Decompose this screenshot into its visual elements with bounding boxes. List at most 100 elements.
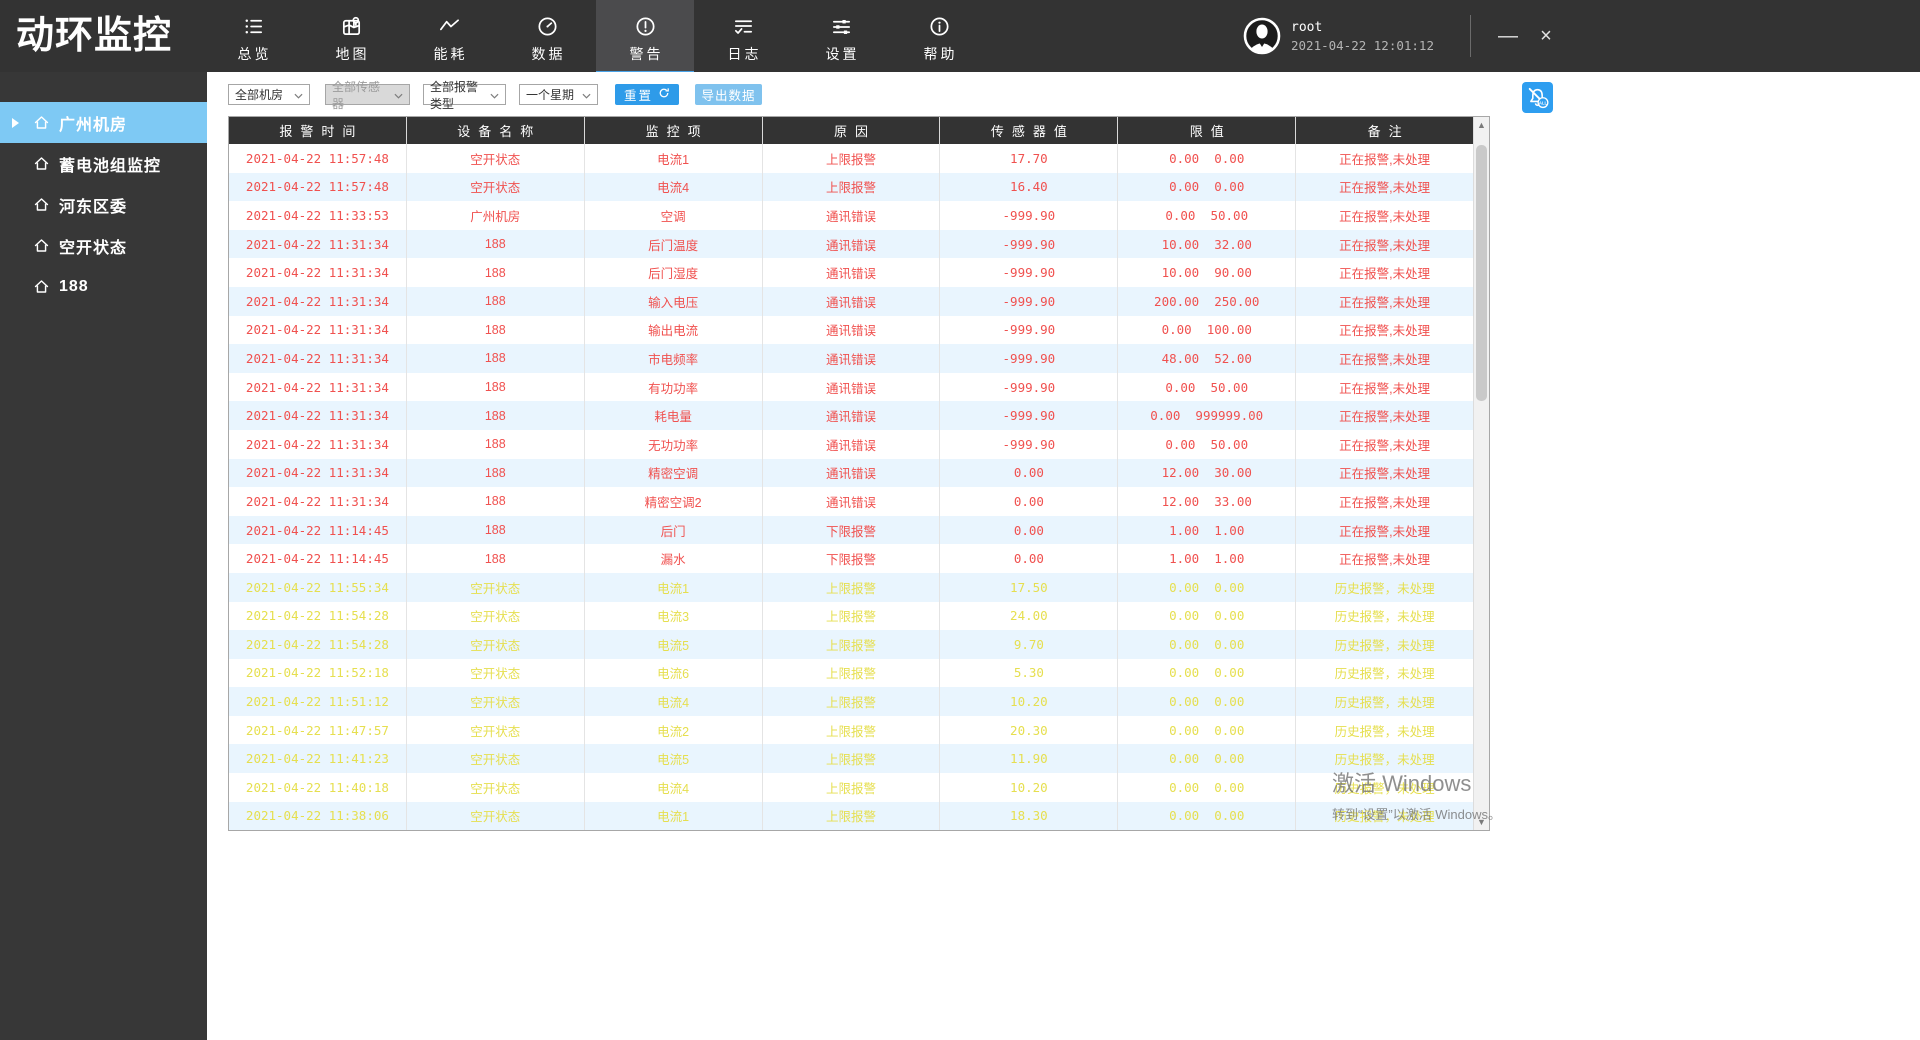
alarm-row[interactable]: 2021-04-22 11:31:34 188 无功功率 通讯错误 -999.90 0.0… bbox=[229, 429, 1473, 459]
cell-time: 2021-04-22 11:38:06 bbox=[245, 808, 389, 824]
cell-item: 电流5 bbox=[583, 630, 762, 659]
cell-time: 2021-04-22 11:41:23 bbox=[245, 751, 389, 767]
table-scrollbar[interactable]: ▲ ▼ bbox=[1473, 117, 1489, 831]
tab-map[interactable]: 地图 bbox=[302, 0, 400, 72]
alarm-row[interactable]: 2021-04-22 11:31:34 188 耗电量 通讯错误 -999.90 0.00… bbox=[229, 401, 1473, 430]
minimize-button[interactable]: — bbox=[1489, 0, 1527, 72]
cell-device: 188 bbox=[405, 286, 584, 316]
filter-select-room[interactable]: 全部机房 bbox=[228, 84, 310, 105]
alarm-row[interactable]: 2021-04-22 11:31:34 188 输入电压 通讯错误 -999.90 200… bbox=[229, 286, 1473, 316]
user-avatar-icon[interactable] bbox=[1243, 17, 1281, 55]
cell-value: 5.30 bbox=[939, 658, 1117, 688]
cell-item: 输入电压 bbox=[583, 286, 762, 316]
cell-time: 2021-04-22 11:31:34 bbox=[245, 293, 389, 309]
cell-reason: 上限报警 bbox=[761, 144, 940, 173]
sidebar-item-hedong[interactable]: 河东区委 bbox=[0, 184, 207, 225]
tab-label: 地图 bbox=[335, 46, 370, 62]
cell-value: 0.00 bbox=[939, 487, 1117, 516]
cell-reason: 上限报警 bbox=[761, 715, 940, 745]
scroll-down-arrow-icon[interactable]: ▼ bbox=[1474, 814, 1489, 830]
alarm-row[interactable]: 2021-04-22 11:38:06 空开状态 电流1 上限报警 18.30 0.00 … bbox=[229, 801, 1473, 831]
tab-label: 日志 bbox=[727, 46, 762, 62]
cell-item: 电流1 bbox=[583, 572, 762, 602]
cell-limit: 48.00 52.00 bbox=[1117, 344, 1295, 373]
alarm-row[interactable]: 2021-04-22 11:40:18 空开状态 电流4 上限报警 10.20 0.00 … bbox=[229, 773, 1473, 802]
cell-time: 2021-04-22 11:40:18 bbox=[245, 779, 389, 795]
alarm-row[interactable]: 2021-04-22 11:57:48 空开状态 电流1 上限报警 17.70 0.00 … bbox=[229, 144, 1473, 173]
cell-note: 正在报警,未处理 bbox=[1295, 229, 1473, 259]
cell-limit: 1.00 1.00 bbox=[1117, 515, 1295, 545]
tab-energy[interactable]: 能耗 bbox=[400, 0, 498, 72]
tab-logs[interactable]: 日志 bbox=[694, 0, 792, 72]
sidebar-item-label: 188 bbox=[59, 277, 89, 295]
tab-label: 能耗 bbox=[433, 46, 468, 62]
alarm-row[interactable]: 2021-04-22 11:31:34 188 精密空调 通讯错误 0.00 12.00 … bbox=[229, 458, 1473, 488]
alarm-row[interactable]: 2021-04-22 11:31:34 188 精密空调2 通讯错误 0.00 12.00… bbox=[229, 487, 1473, 516]
filter-select-type[interactable]: 全部报警类型 bbox=[423, 80, 506, 111]
alarm-row[interactable]: 2021-04-22 11:41:23 空开状态 电流5 上限报警 11.90 0.00 … bbox=[229, 744, 1473, 774]
sidebar-item-guangzhou[interactable]: 广州机房 bbox=[0, 102, 207, 143]
alarm-row[interactable]: 2021-04-22 11:52:18 空开状态 电流6 上限报警 5.30 0.00 0… bbox=[229, 658, 1473, 688]
export-label: 导出数据 bbox=[701, 89, 756, 103]
cell-reason: 上限报警 bbox=[761, 773, 940, 802]
activity-icon bbox=[438, 15, 461, 38]
alarm-row[interactable]: 2021-04-22 11:54:28 空开状态 电流3 上限报警 24.00 0.00 … bbox=[229, 601, 1473, 631]
cell-note: 历史报警，未处理 bbox=[1295, 601, 1473, 631]
filter-select-sensor: 全部传感器 bbox=[325, 80, 410, 111]
alarm-row[interactable]: 2021-04-22 11:51:12 空开状态 电流4 上限报警 10.20 0.00 … bbox=[229, 687, 1473, 716]
cell-device: 空开状态 bbox=[405, 715, 584, 745]
select-value: 全部传感器 bbox=[332, 79, 381, 111]
alarm-row[interactable]: 2021-04-22 11:47:57 空开状态 电流2 上限报警 20.30 0.00 … bbox=[229, 715, 1473, 745]
alarm-row[interactable]: 2021-04-22 11:31:34 188 后门湿度 通讯错误 -999.90 10.… bbox=[229, 258, 1473, 287]
cell-reason: 上限报警 bbox=[761, 172, 940, 202]
cell-note: 正在报警,未处理 bbox=[1295, 286, 1473, 316]
cell-item: 漏水 bbox=[583, 544, 762, 573]
filter-select-range[interactable]: 一个星期 bbox=[519, 84, 598, 105]
cell-limit: 200.00 250.00 bbox=[1117, 286, 1295, 316]
cell-limit: 10.00 90.00 bbox=[1117, 258, 1295, 287]
alarm-row[interactable]: 2021-04-22 11:14:45 188 后门 下限报警 0.00 1.00 1.0… bbox=[229, 515, 1473, 545]
cell-note: 正在报警,未处理 bbox=[1295, 258, 1473, 287]
cell-reason: 通讯错误 bbox=[761, 487, 940, 516]
cell-value: 17.70 bbox=[939, 144, 1117, 173]
cell-item: 电流1 bbox=[583, 801, 762, 831]
cell-note: 正在报警,未处理 bbox=[1295, 401, 1473, 430]
sidebar-item-battery[interactable]: 蓄电池组监控 bbox=[0, 143, 207, 184]
alarm-row[interactable]: 2021-04-22 11:57:48 空开状态 电流4 上限报警 16.40 0.00 … bbox=[229, 172, 1473, 202]
alarm-row[interactable]: 2021-04-22 11:14:45 188 漏水 下限报警 0.00 1.00 1.0… bbox=[229, 544, 1473, 573]
select-value: 一个星期 bbox=[526, 88, 575, 102]
tab-overview[interactable]: 总览 bbox=[204, 0, 302, 72]
cell-reason: 上限报警 bbox=[761, 601, 940, 631]
cell-note: 正在报警,未处理 bbox=[1295, 458, 1473, 488]
alarm-row[interactable]: 2021-04-22 11:55:34 空开状态 电流1 上限报警 17.50 0.00 … bbox=[229, 572, 1473, 602]
sidebar-item-room188[interactable]: 188 bbox=[0, 266, 207, 307]
scrollbar-thumb[interactable] bbox=[1476, 145, 1487, 401]
cell-reason: 上限报警 bbox=[761, 572, 940, 602]
scroll-up-arrow-icon[interactable]: ▲ bbox=[1474, 117, 1489, 133]
alarm-row[interactable]: 2021-04-22 11:31:34 188 市电频率 通讯错误 -999.90 48.… bbox=[229, 344, 1473, 373]
alarm-row[interactable]: 2021-04-22 11:33:53 广州机房 空调 通讯错误 -999.90 0.00… bbox=[229, 201, 1473, 230]
tab-alarm[interactable]: 警告 bbox=[596, 0, 694, 78]
alarm-row[interactable]: 2021-04-22 11:31:34 188 输出电流 通讯错误 -999.90 0.0… bbox=[229, 315, 1473, 345]
list-icon bbox=[242, 15, 265, 38]
tab-data[interactable]: 数据 bbox=[498, 0, 596, 72]
tab-settings[interactable]: 设置 bbox=[792, 0, 890, 72]
close-button[interactable]: × bbox=[1527, 0, 1565, 72]
export-data-button[interactable]: 导出数据 bbox=[695, 84, 762, 105]
cell-device: 188 bbox=[405, 458, 584, 488]
cell-device: 广州机房 bbox=[405, 201, 584, 230]
alarm-row[interactable]: 2021-04-22 11:31:34 188 后门温度 通讯错误 -999.90 10.… bbox=[229, 229, 1473, 259]
map-icon bbox=[340, 15, 363, 38]
tab-label: 设置 bbox=[825, 46, 860, 62]
sidebar-item-breaker[interactable]: 空开状态 bbox=[0, 225, 207, 266]
home-icon bbox=[33, 278, 59, 295]
alarm-row[interactable]: 2021-04-22 11:31:34 188 有功功率 通讯错误 -999.90 0.0… bbox=[229, 372, 1473, 402]
cell-limit: 0.00 0.00 bbox=[1117, 715, 1295, 745]
reset-button[interactable]: 重置 bbox=[615, 84, 679, 105]
mute-all-alarms-button[interactable]: ALL bbox=[1522, 82, 1553, 113]
cell-time: 2021-04-22 11:31:34 bbox=[245, 493, 389, 509]
tab-help[interactable]: 帮助 bbox=[890, 0, 988, 72]
cell-device: 188 bbox=[405, 372, 584, 402]
cell-item: 电流1 bbox=[583, 144, 762, 173]
alarm-row[interactable]: 2021-04-22 11:54:28 空开状态 电流5 上限报警 9.70 0.00 0… bbox=[229, 630, 1473, 659]
